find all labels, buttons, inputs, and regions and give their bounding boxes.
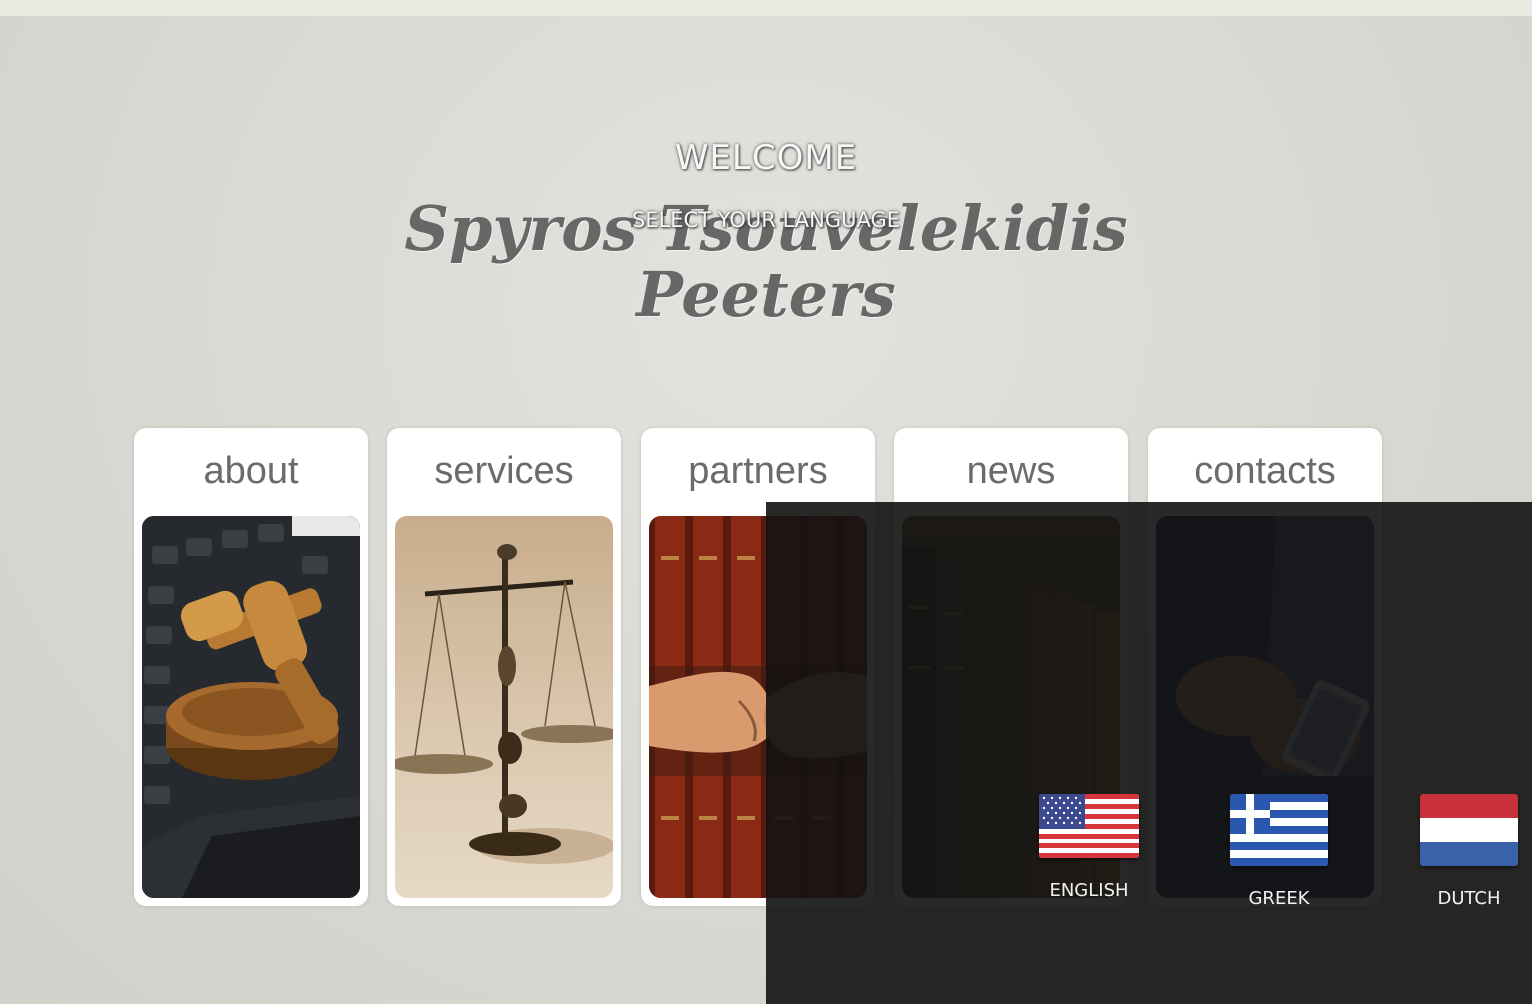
select-language-heading: SELECT YOUR LANGUAGE [631, 208, 901, 232]
language-option-dutch[interactable]: DUTCH [1404, 794, 1532, 909]
scales-image[interactable] [395, 516, 613, 898]
nav-card-label[interactable]: about [134, 450, 368, 493]
language-label[interactable]: GREEK [1214, 888, 1344, 909]
welcome-heading: WELCOME [674, 138, 858, 178]
us-flag-icon[interactable] [1039, 794, 1139, 858]
nav-card-label[interactable]: partners [641, 450, 875, 493]
nav-card-label[interactable]: contacts [1148, 450, 1382, 493]
top-bar [0, 0, 1532, 16]
nav-card-about[interactable]: about [134, 428, 368, 906]
greek-flag-icon[interactable] [1230, 794, 1328, 866]
language-label[interactable]: ENGLISH [1024, 880, 1154, 901]
nav-card-services[interactable]: services [387, 428, 621, 906]
gavel-image[interactable] [142, 516, 360, 898]
language-overlay [766, 502, 1532, 1004]
language-label[interactable]: DUTCH [1404, 888, 1532, 909]
language-option-greek[interactable]: GREEK [1214, 794, 1344, 909]
dutch-flag-icon[interactable] [1420, 794, 1518, 866]
nav-card-label[interactable]: news [894, 450, 1128, 493]
brand-name-line2: Peeters [636, 258, 896, 331]
nav-card-label[interactable]: services [387, 450, 621, 493]
language-option-english[interactable]: ENGLISH [1024, 794, 1154, 901]
